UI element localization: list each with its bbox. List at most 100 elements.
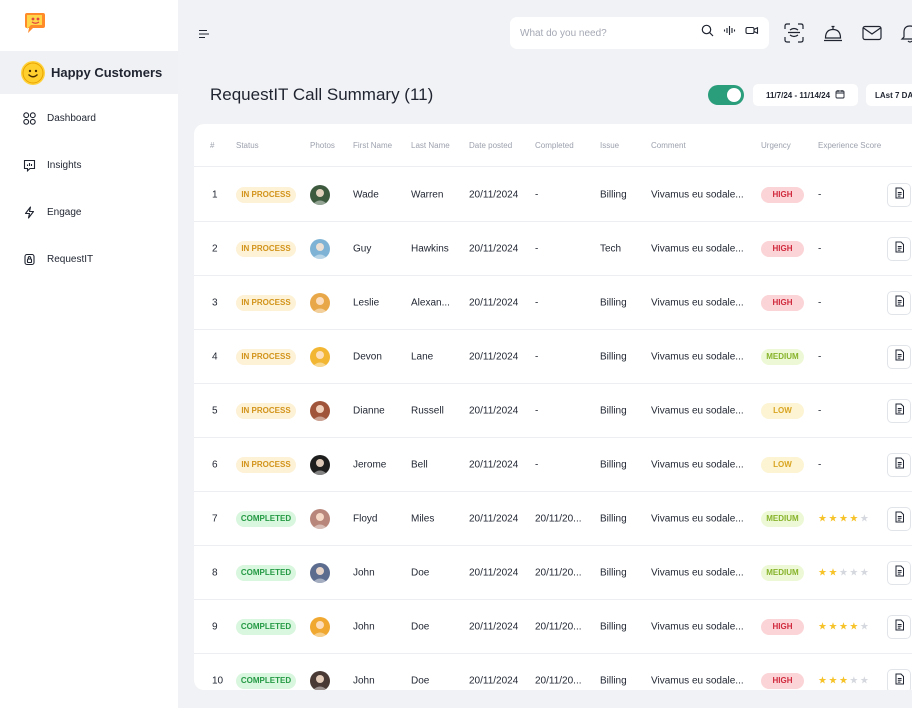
column-header-date-posted[interactable]: Date posted (469, 141, 512, 150)
column-header-first-name[interactable]: First Name (353, 141, 392, 150)
urgency-badge: HIGH (761, 672, 804, 689)
document-icon (894, 618, 905, 636)
column-header-urgency[interactable]: Urgency (761, 141, 791, 150)
face-scan-icon[interactable] (782, 21, 806, 45)
last-name-cell: Warren (411, 189, 444, 200)
organization-selector[interactable]: Happy Customers (0, 51, 178, 94)
video-camera-icon[interactable] (745, 24, 759, 42)
view-document-button[interactable] (887, 560, 911, 585)
table-header: # Status Photos First Name Last Name Dat… (194, 124, 912, 167)
last-name-cell: Russell (411, 405, 444, 416)
table-row[interactable]: 3 IN PROCESS Leslie Alexan... 20/11/2024 - Bil… (194, 276, 912, 330)
table-row[interactable]: 5 IN PROCESS Dianne Russell 20/11/2024 - Billi… (194, 384, 912, 438)
completed-cell: - (535, 189, 539, 200)
column-header-status[interactable]: Status (236, 141, 259, 150)
column-header-completed[interactable]: Completed (535, 141, 574, 150)
experience-score-cell: - (818, 459, 822, 470)
experience-score-cell: - (818, 351, 822, 362)
comment-cell[interactable]: Vivamus eu sodale... (651, 459, 744, 470)
column-header-issue[interactable]: Issue (600, 141, 619, 150)
date-range-picker[interactable]: 11/7/24 - 11/14/24 (753, 84, 858, 106)
table-row[interactable]: 8 COMPLETED John Doe 20/11/2024 20/11/20... Bi… (194, 546, 912, 600)
comment-cell[interactable]: Vivamus eu sodale... (651, 351, 744, 362)
document-icon (894, 348, 905, 366)
comment-cell[interactable]: Vivamus eu sodale... (651, 621, 744, 632)
completed-cell: 20/11/20... (535, 621, 582, 632)
comment-cell[interactable]: Vivamus eu sodale... (651, 189, 744, 200)
comment-cell[interactable]: Vivamus eu sodale... (651, 243, 744, 254)
table-row[interactable]: 7 COMPLETED Floyd Miles 20/11/2024 20/11/20..… (194, 492, 912, 546)
urgency-badge: LOW (761, 402, 804, 419)
first-name-cell: Devon (353, 351, 382, 362)
comment-cell[interactable]: Vivamus eu sodale... (651, 405, 744, 416)
table-row[interactable]: 4 IN PROCESS Devon Lane 20/11/2024 - Billing Vi… (194, 330, 912, 384)
sidebar-item-requestit[interactable]: RequestIT (22, 249, 93, 269)
view-document-button[interactable] (887, 614, 911, 639)
search-input[interactable] (520, 27, 701, 39)
view-document-button[interactable] (887, 182, 911, 207)
last-name-cell: Hawkins (411, 243, 449, 254)
issue-cell: Billing (600, 675, 627, 686)
sidebar-item-label: RequestIT (47, 253, 94, 265)
comment-cell[interactable]: Vivamus eu sodale... (651, 297, 744, 308)
completed-cell: 20/11/20... (535, 513, 582, 524)
document-icon (894, 456, 905, 474)
document-icon (894, 510, 905, 528)
app-logo[interactable] (22, 11, 48, 37)
urgency-badge: MEDIUM (761, 348, 804, 365)
last-name-cell: Miles (411, 513, 435, 524)
view-document-button[interactable] (887, 668, 911, 690)
avatar (310, 616, 330, 637)
view-document-button[interactable] (887, 506, 911, 531)
service-bell-icon[interactable] (821, 21, 845, 45)
bell-icon[interactable] (898, 21, 912, 45)
table-row[interactable]: 2 IN PROCESS Guy Hawkins 20/11/2024 - Tech Viva… (194, 222, 912, 276)
menu-toggle-icon[interactable] (198, 27, 210, 39)
date-posted-cell: 20/11/2024 (469, 189, 519, 200)
urgency-badge: MEDIUM (761, 564, 804, 581)
column-header-last-name[interactable]: Last Name (411, 141, 450, 150)
date-posted-cell: 20/11/2024 (469, 297, 519, 308)
experience-score-cell: - (818, 297, 822, 308)
date-posted-cell: 20/11/2024 (469, 351, 519, 362)
column-header-comment: Comment (651, 141, 686, 150)
table-row[interactable]: 10 COMPLETED John Doe 20/11/2024 20/11/20... B… (194, 654, 912, 690)
search-icon[interactable] (701, 24, 714, 42)
view-document-button[interactable] (887, 398, 911, 423)
table-row[interactable]: 6 IN PROCESS Jerome Bell 20/11/2024 - Billing V… (194, 438, 912, 492)
mail-icon[interactable] (860, 21, 884, 45)
row-number: 1 (212, 189, 218, 200)
sidebar-item-dashboard[interactable]: Dashboard (22, 108, 96, 128)
document-icon (894, 402, 905, 420)
sidebar-item-label: Insights (47, 159, 82, 171)
comment-cell[interactable]: Vivamus eu sodale... (651, 675, 744, 686)
view-document-button[interactable] (887, 290, 911, 315)
sidebar-item-engage[interactable]: Engage (22, 202, 81, 222)
comment-cell[interactable]: Vivamus eu sodale... (651, 567, 744, 578)
completed-cell: - (535, 459, 539, 470)
comment-cell[interactable]: Vivamus eu sodale... (651, 513, 744, 524)
status-badge: IN PROCESS (236, 456, 296, 473)
table-row[interactable]: 1 IN PROCESS Wade Warren 20/11/2024 - Billing V… (194, 168, 912, 222)
first-name-cell: Leslie (353, 297, 380, 308)
voice-waveform-icon[interactable] (723, 24, 736, 42)
view-document-button[interactable] (887, 452, 911, 477)
period-selector[interactable]: LAst 7 DAYS (866, 84, 912, 106)
document-icon (894, 564, 905, 582)
issue-cell: Billing (600, 405, 627, 416)
status-badge: IN PROCESS (236, 294, 296, 311)
row-number: 8 (212, 567, 218, 578)
view-document-button[interactable] (887, 236, 911, 261)
chat-chart-icon (22, 158, 36, 172)
table-row[interactable]: 9 COMPLETED John Doe 20/11/2024 20/11/20... Bi… (194, 600, 912, 654)
status-badge: IN PROCESS (236, 348, 296, 365)
column-header-experience-score[interactable]: Experience Score (818, 141, 881, 150)
avatar (310, 292, 330, 313)
sidebar-item-insights[interactable]: Insights (22, 155, 81, 175)
view-toggle-switch[interactable] (708, 85, 744, 105)
row-number: 4 (212, 351, 218, 362)
status-badge: COMPLETED (236, 564, 296, 581)
urgency-badge: HIGH (761, 294, 804, 311)
view-document-button[interactable] (887, 344, 911, 369)
experience-rating-stars: ★★★★★ (818, 513, 871, 524)
